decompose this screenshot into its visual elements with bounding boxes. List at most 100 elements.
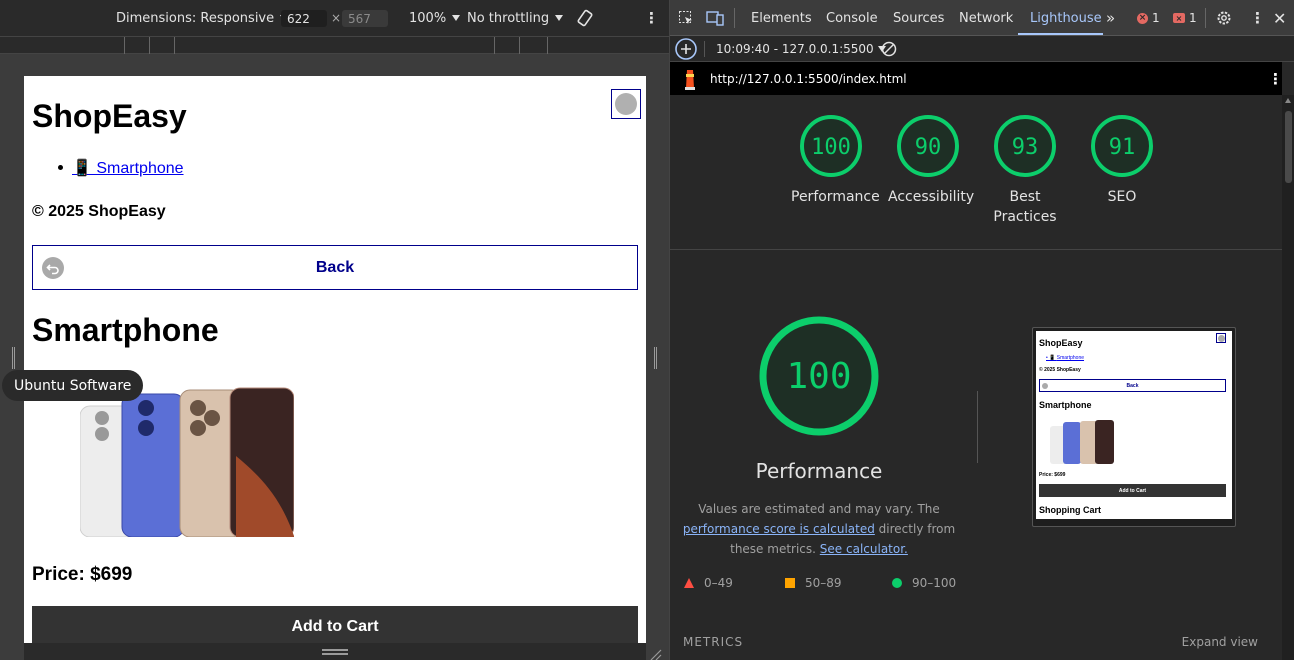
clear-reports-icon[interactable]	[881, 36, 897, 62]
scroll-thumb[interactable]	[1285, 111, 1292, 183]
nav-list: 📱 Smartphone	[58, 158, 184, 178]
score-label: Best Practices	[993, 189, 1057, 225]
corner-resize-icon[interactable]	[650, 646, 662, 660]
inspect-element-icon[interactable]	[678, 0, 694, 36]
more-options-icon[interactable]: ⋮	[1250, 0, 1265, 36]
site-title: ShopEasy	[32, 98, 187, 134]
performance-big-gauge: 100	[759, 316, 879, 436]
desc-text: Values are estimated and may vary. The	[698, 502, 940, 516]
tab-lighthouse[interactable]: Lighthouse	[1030, 0, 1102, 36]
thumb-copyright: © 2025 ShopEasy	[1039, 367, 1081, 373]
thumb-acc-button	[1216, 333, 1226, 343]
report-url-bar: http://127.0.0.1:5500/index.html ⋮	[670, 62, 1283, 95]
close-icon[interactable]: ✕	[1273, 0, 1286, 36]
issue-count: 1	[1189, 11, 1197, 25]
bottom-resize-bar[interactable]	[24, 643, 646, 660]
scroll-up-icon[interactable]	[1285, 98, 1291, 103]
thumb-nav-item: • 📱 Smartphone	[1046, 355, 1085, 361]
height-input[interactable]: 567	[342, 10, 388, 27]
score-gauge-seo[interactable]: 91 SEO	[1082, 113, 1162, 207]
settings-gear-icon[interactable]	[1216, 0, 1232, 36]
media-query-ruler	[0, 36, 669, 54]
report-selector[interactable]: 10:09:40 - 127.0.0.1:5500	[716, 36, 886, 62]
active-tab-indicator	[1018, 33, 1103, 35]
lighthouse-report: 100 Performance 90 Accessibility 93 Best…	[670, 95, 1282, 660]
toolbar-divider	[1205, 8, 1206, 28]
throttling-dropdown[interactable]: No throttling	[467, 0, 564, 36]
section-divider	[670, 249, 1282, 250]
legend-average-label: 50–89	[805, 576, 842, 590]
left-resize-handle[interactable]	[12, 347, 15, 369]
price-text: Price: $699	[32, 564, 133, 585]
circle-icon	[892, 578, 902, 588]
score-gauge-performance[interactable]: 100 Performance	[791, 113, 880, 207]
device-emulation-pane: Dimensions: Responsive 622 × 567 100% No…	[0, 0, 669, 660]
toolbar-divider	[704, 41, 705, 57]
devtools-tab-bar: Elements Console Sources Network Lightho…	[670, 0, 1294, 36]
legend-pass-label: 90–100	[912, 576, 957, 590]
lighthouse-toolbar: 10:09:40 - 127.0.0.1:5500	[670, 36, 1294, 62]
score-label: Performance	[791, 189, 880, 205]
thumbnail-page: ShopEasy • 📱 Smartphone © 2025 ShopEasy …	[1036, 331, 1232, 519]
zoom-label: 100%	[409, 10, 447, 26]
performance-title: Performance	[755, 459, 883, 483]
emulated-viewport: ShopEasy 📱 Smartphone © 2025 ShopEasy Ba…	[24, 76, 646, 643]
thumb-product-image	[1050, 420, 1114, 464]
tab-elements[interactable]: Elements	[751, 0, 812, 36]
score-gauge-best-practices[interactable]: 93 Best Practices	[985, 113, 1065, 227]
device-toolbar: Dimensions: Responsive 622 × 567 100% No…	[0, 0, 669, 36]
report-menu-icon[interactable]: ⋮	[1268, 62, 1283, 95]
legend-fail: 0–49	[684, 573, 733, 593]
score-legend: 0–49 50–89 90–100	[670, 573, 1282, 593]
tab-sources[interactable]: Sources	[893, 0, 944, 36]
metrics-header: METRICS	[683, 635, 744, 649]
score-value: 90	[915, 135, 942, 160]
new-report-button[interactable]	[674, 36, 698, 62]
report-url: http://127.0.0.1:5500/index.html	[710, 71, 907, 86]
score-value: 100	[811, 135, 851, 160]
thumb-nav-label: Smartphone	[1056, 355, 1085, 361]
back-button[interactable]: Back	[32, 245, 638, 290]
dimensions-label: Dimensions: Responsive	[116, 10, 275, 26]
performance-description: Values are estimated and may vary. The p…	[680, 499, 958, 559]
final-screenshot-thumbnail[interactable]: ShopEasy • 📱 Smartphone © 2025 ShopEasy …	[1032, 327, 1236, 527]
report-selector-label: 10:09:40 - 127.0.0.1:5500	[716, 42, 874, 56]
score-gauge-accessibility[interactable]: 90 Accessibility	[888, 113, 974, 207]
legend-average: 50–89	[785, 573, 842, 593]
more-options-icon[interactable]: ⋮	[644, 0, 659, 36]
chevron-down-icon	[555, 15, 564, 21]
zoom-dropdown[interactable]: 100%	[409, 0, 461, 36]
score-value: 93	[1012, 135, 1039, 160]
devtools-panel: Elements Console Sources Network Lightho…	[669, 0, 1294, 660]
tab-console[interactable]: Console	[826, 0, 878, 36]
report-scrollbar[interactable]	[1282, 95, 1294, 660]
chevron-down-icon	[452, 15, 461, 21]
more-tabs-icon[interactable]: »	[1106, 0, 1115, 36]
tooltip: Ubuntu Software	[2, 370, 144, 401]
legend-fail-label: 0–49	[704, 576, 733, 590]
issues-badge[interactable]: × 1	[1173, 0, 1197, 36]
add-to-cart-button[interactable]: Add to Cart	[32, 606, 638, 643]
error-count: 1	[1152, 11, 1160, 25]
error-badge[interactable]: × 1	[1137, 0, 1160, 36]
nav-link-smartphone[interactable]: 📱 Smartphone	[72, 160, 184, 177]
accessibility-toggle-button[interactable]	[611, 89, 641, 119]
performance-score: 100	[786, 356, 851, 397]
copyright-text: © 2025 ShopEasy	[32, 203, 166, 220]
circle-icon	[615, 93, 637, 115]
device-toolbar-icon[interactable]	[706, 0, 724, 36]
triangle-icon	[684, 578, 694, 588]
expand-view-toggle[interactable]: Expand view	[1182, 635, 1258, 649]
square-icon	[785, 578, 795, 588]
rotate-icon[interactable]	[576, 0, 594, 36]
error-icon: ×	[1137, 12, 1148, 24]
right-resize-handle[interactable]	[654, 347, 657, 369]
toolbar-divider	[734, 8, 735, 28]
tab-network[interactable]: Network	[959, 0, 1013, 36]
width-input[interactable]: 622	[281, 10, 327, 27]
score-calculated-link[interactable]: performance score is calculated	[683, 522, 875, 536]
issue-icon: ×	[1173, 13, 1185, 23]
thumb-add-to-cart: Add to Cart	[1039, 484, 1226, 497]
dimensions-dropdown[interactable]: Dimensions: Responsive	[116, 0, 289, 36]
see-calculator-link[interactable]: See calculator.	[820, 542, 908, 556]
